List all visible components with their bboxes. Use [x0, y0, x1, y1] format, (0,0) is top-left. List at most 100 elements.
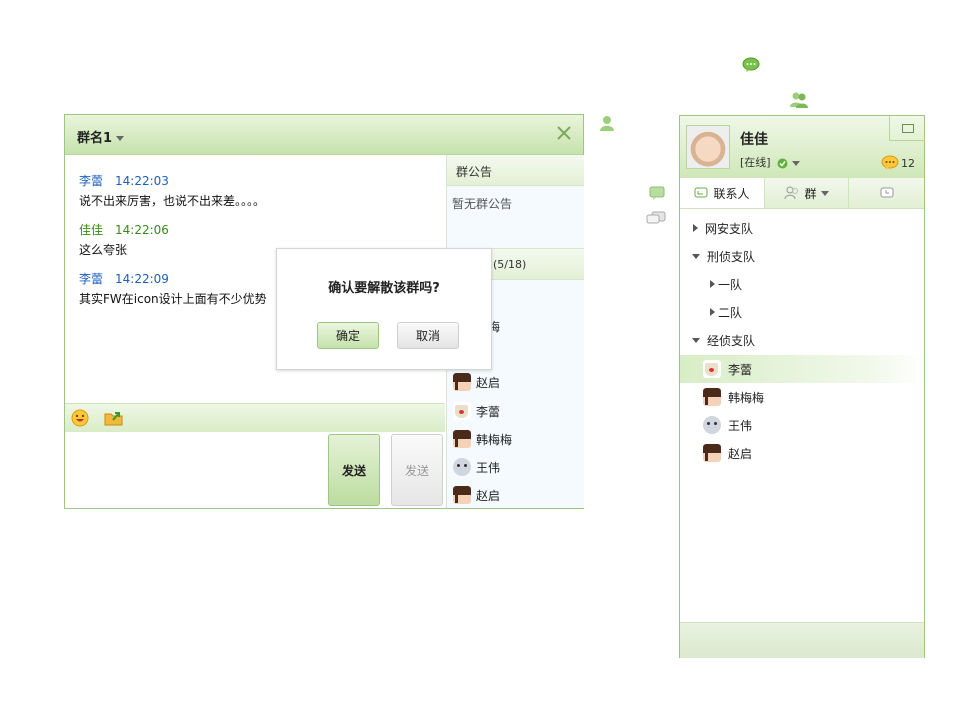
chevron-down-icon[interactable] — [820, 190, 829, 196]
profile-header: 佳佳 [在线] 12 — [680, 116, 925, 178]
tab-contacts[interactable]: 联系人 — [680, 178, 765, 208]
avatar — [703, 416, 721, 434]
message-text: 说不出来厉害，也说不出来差。。。。 — [79, 194, 266, 208]
contact-name: 王伟 — [728, 418, 753, 433]
maximize-button[interactable] — [889, 116, 925, 141]
contact-name: 赵启 — [728, 446, 753, 461]
send-button[interactable]: 发送 — [328, 434, 380, 506]
tab-label: 联系人 — [713, 186, 750, 201]
caret-down-icon — [692, 337, 700, 343]
avatar — [453, 373, 471, 391]
avatar — [453, 458, 471, 476]
message-header: 李蕾 14:22:03 — [79, 172, 169, 189]
member-item[interactable]: 王伟 — [453, 456, 500, 478]
panel-footer — [680, 622, 924, 658]
panel-tabs: 联系人 群 — [680, 178, 924, 209]
online-check-icon — [777, 158, 788, 168]
message-sender: 佳佳 — [79, 223, 104, 237]
message-icon[interactable] — [649, 186, 665, 201]
notice-title: 群公告 — [456, 165, 493, 179]
chat-title-text: 群名1 — [77, 131, 113, 146]
unread-messages[interactable]: 12 — [881, 155, 915, 171]
group-node[interactable]: 刑侦支队 — [680, 242, 924, 270]
chat-bubble-icon[interactable] — [742, 57, 760, 73]
tab-label: 群 — [804, 186, 817, 201]
multi-message-icon[interactable] — [646, 211, 666, 226]
maximize-icon — [902, 124, 914, 133]
avatar[interactable] — [686, 125, 730, 169]
recent-tab-icon — [880, 187, 893, 197]
message-sender: 李蕾 — [79, 272, 104, 286]
member-name: 韩梅梅 — [476, 432, 513, 447]
member-name: 赵启 — [476, 488, 501, 503]
contact-name: 韩梅梅 — [728, 390, 765, 405]
notice-text: 暂无群公告 — [452, 197, 513, 211]
group-label: 一队 — [718, 277, 743, 292]
chat-header: 群名1 — [65, 115, 583, 155]
contact-icon[interactable] — [598, 114, 616, 132]
group-label: 经侦支队 — [707, 333, 756, 348]
chat-title[interactable]: 群名1 — [77, 127, 125, 146]
message-bubble-icon — [881, 155, 899, 170]
unread-count: 12 — [901, 156, 915, 170]
chat-toolbar — [65, 403, 445, 432]
message-input[interactable] — [65, 432, 445, 508]
message-time: 14:22:03 — [115, 174, 169, 188]
member-item[interactable]: 韩梅梅 — [453, 428, 512, 450]
contacts-tab-icon — [694, 187, 708, 197]
message-text: 这么夸张 — [79, 243, 128, 257]
member-item[interactable]: 赵启 — [453, 371, 500, 393]
contact-item[interactable]: 李蕾 — [680, 355, 924, 383]
chevron-down-icon[interactable] — [792, 160, 801, 166]
member-item[interactable]: 赵启 — [453, 484, 500, 506]
status-text: [在线] — [740, 156, 771, 169]
group-tab-icon — [784, 186, 799, 200]
message-header: 李蕾 14:22:09 — [79, 270, 169, 287]
confirm-button[interactable]: 确定 — [317, 322, 379, 349]
group-node[interactable]: 经侦支队 — [680, 326, 924, 354]
send-button-disabled[interactable]: 发送 — [391, 434, 443, 506]
avatar — [453, 486, 471, 504]
caret-right-icon — [710, 308, 715, 316]
message-text: 其实FW在icon设计上面有不少优势 — [79, 292, 267, 306]
group-node[interactable]: 一队 — [680, 270, 924, 298]
group-node[interactable]: 二队 — [680, 298, 924, 326]
group-label: 二队 — [718, 305, 743, 320]
close-icon[interactable] — [555, 124, 573, 142]
contact-name: 李蕾 — [728, 362, 753, 377]
chevron-down-icon[interactable] — [116, 136, 125, 141]
member-name: 王伟 — [476, 460, 501, 475]
message-time: 14:22:09 — [115, 272, 169, 286]
emoji-icon[interactable] — [71, 409, 89, 427]
message-sender: 李蕾 — [79, 174, 104, 188]
caret-right-icon — [693, 224, 698, 232]
message-header: 佳佳 14:22:06 — [79, 221, 169, 238]
message-time: 14:22:06 — [115, 223, 169, 237]
avatar — [703, 444, 721, 462]
avatar — [453, 430, 471, 448]
avatar — [703, 360, 721, 378]
member-item[interactable]: 李蕾 — [453, 400, 500, 422]
contact-item[interactable]: 韩梅梅 — [680, 383, 924, 411]
notice-header: 群公告 — [447, 155, 584, 186]
cancel-button[interactable]: 取消 — [397, 322, 459, 349]
group-label: 刑侦支队 — [707, 249, 756, 264]
member-name: 赵启 — [476, 375, 501, 390]
caret-right-icon — [710, 280, 715, 288]
member-count: (5/18) — [493, 258, 527, 271]
avatar — [453, 402, 471, 420]
tab-recent[interactable] — [849, 178, 924, 208]
avatar — [703, 388, 721, 406]
member-name: 李蕾 — [476, 404, 501, 419]
group-label: 网安支队 — [705, 221, 754, 236]
contact-item[interactable]: 王伟 — [680, 411, 924, 439]
group-node[interactable]: 网安支队 — [680, 214, 924, 242]
send-file-icon[interactable] — [104, 409, 124, 427]
contact-item[interactable]: 赵启 — [680, 439, 924, 467]
group-icon[interactable] — [789, 91, 809, 109]
contacts-panel: 佳佳 [在线] 12 联系人 群 网安支队 刑侦支队 一队 二队 经侦支队 李蕾… — [679, 115, 925, 658]
tab-groups[interactable]: 群 — [765, 178, 849, 208]
status-selector[interactable]: [在线] — [740, 154, 801, 170]
dialog-message: 确认要解散该群吗? — [328, 281, 440, 296]
user-name: 佳佳 — [740, 132, 768, 148]
